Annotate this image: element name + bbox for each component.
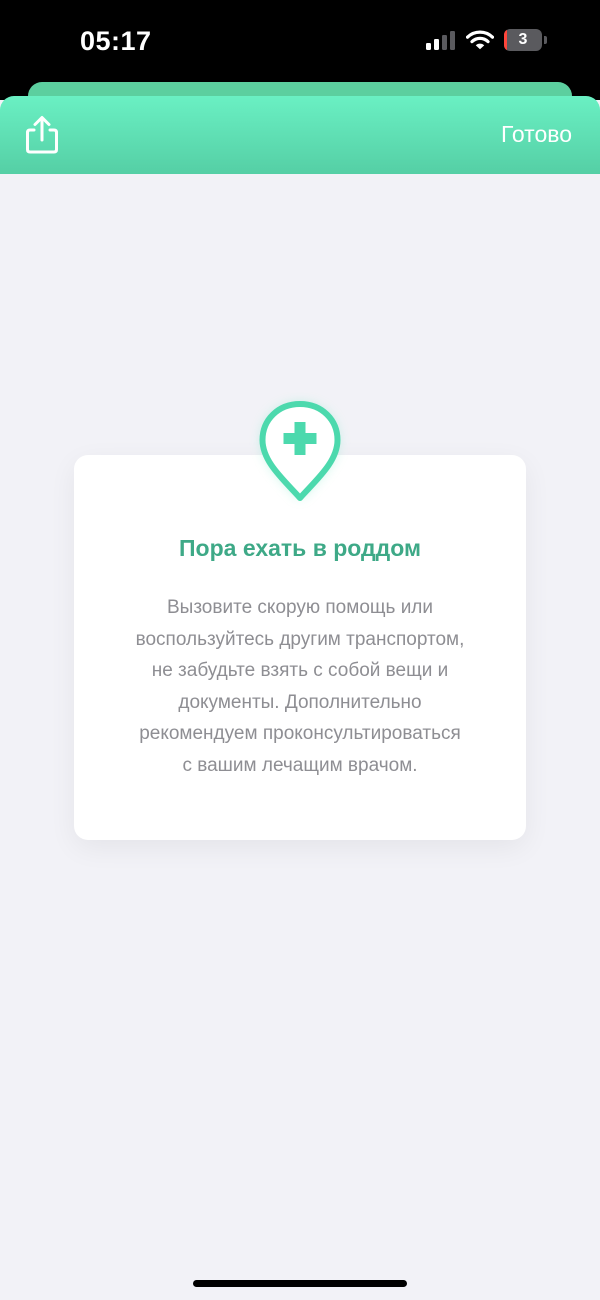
card-text-line: Вызовите скорую помощь или (166, 597, 434, 618)
wifi-icon (466, 30, 494, 50)
card-text-line: рекомендуем проконсультироваться (139, 723, 461, 744)
hospital-pin-icon (259, 401, 341, 501)
done-button[interactable]: Готово (501, 121, 572, 148)
battery-tip (544, 36, 547, 44)
sheet-header: Готово (0, 96, 600, 174)
card-text-line: не забудьте взять с собой вещи и (151, 660, 449, 681)
home-indicator[interactable] (193, 1280, 407, 1287)
card-text-line: документы. Дополнительно (178, 691, 422, 713)
card-text-line: с вашим лечащим врачом. (182, 754, 418, 776)
card-description: Вызовите скорую помощь или воспользуйтес… (110, 592, 490, 781)
battery-level: 3 (518, 31, 528, 48)
card-title: Пора ехать в роддом (179, 535, 421, 561)
battery-indicator: 3 (504, 29, 548, 51)
share-icon (26, 116, 58, 154)
cellular-signal-icon (426, 31, 455, 50)
card-text-line: воспользуйтесь другим транспортом, (135, 628, 465, 650)
status-time: 05:17 (80, 26, 152, 56)
share-button[interactable] (22, 112, 62, 156)
